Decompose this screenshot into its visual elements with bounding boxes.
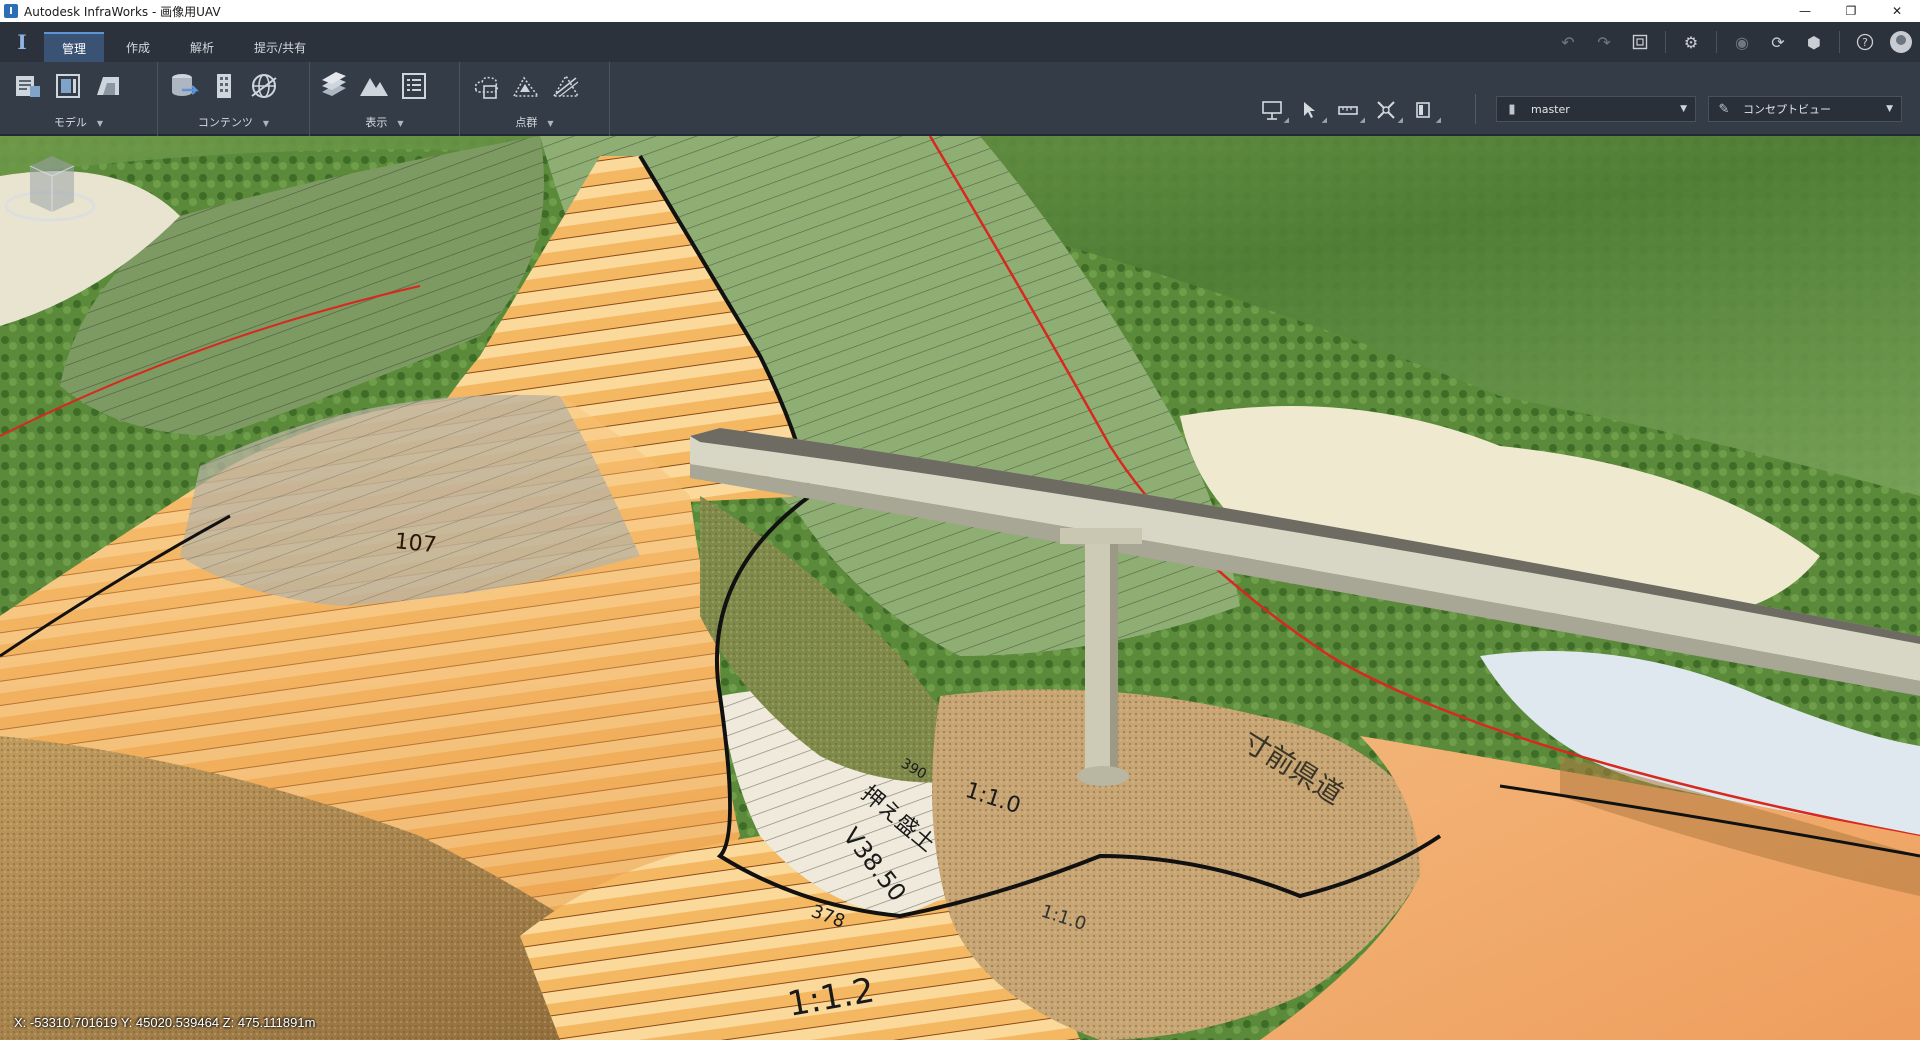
data-sources-icon[interactable]	[168, 70, 200, 102]
view-style-icon: ✎	[1718, 101, 1730, 117]
minimize-button[interactable]: —	[1782, 0, 1828, 22]
terrain-icon[interactable]	[358, 70, 390, 102]
presentation-icon[interactable]: ◢	[1260, 98, 1289, 124]
ribbon-group-content: コンテンツ ▼	[158, 62, 310, 136]
svg-text:?: ?	[1862, 36, 1868, 49]
ribbon-group-model: モデル ▼	[0, 62, 158, 136]
chevron-down-icon: ▼	[1886, 104, 1893, 114]
settings-gear-icon[interactable]: ⚙	[1680, 31, 1702, 53]
chevron-down-icon[interactable]: ▼	[397, 119, 403, 128]
infraworks-logo-icon[interactable]: I	[0, 22, 44, 62]
title-bar: I Autodesk InfraWorks - 画像用UAV — ❐ ✕	[0, 0, 1920, 22]
ribbon-group-label-content[interactable]: コンテンツ	[198, 116, 253, 129]
terrain-scene: 1:1.0 1:1.2 378 390 107 押え盛土 V38.50 1:1.…	[0, 136, 1920, 1040]
measure-icon[interactable]: ◢	[1336, 98, 1365, 124]
3d-viewport[interactable]: 1:1.0 1:1.2 378 390 107 押え盛土 V38.50 1:1.…	[0, 136, 1920, 1040]
model-surface-icon[interactable]	[92, 70, 124, 102]
point-cloud-terrain-icon[interactable]	[510, 70, 542, 102]
chevron-down-icon[interactable]: ▼	[263, 119, 269, 128]
infraworks-app-icon: I	[4, 4, 18, 18]
user-avatar-icon[interactable]	[1890, 31, 1912, 53]
undo-icon[interactable]: ↶	[1557, 31, 1579, 53]
tab-manage[interactable]: 管理	[44, 32, 105, 62]
ribbon-group-label-display[interactable]: 表示	[365, 116, 387, 129]
select-arrow-icon[interactable]: ◢	[1298, 98, 1327, 124]
chevron-down-icon: ▼	[1680, 104, 1687, 114]
map-label: 107	[393, 529, 437, 558]
ribbon-panel: モデル ▼ コンテンツ ▼ 表示 ▼ 点群 ▼ ◢ ◢ ◢ ◢ ◢ ▮ mast…	[0, 62, 1920, 136]
close-button[interactable]: ✕	[1874, 0, 1920, 22]
layers-icon[interactable]	[318, 70, 350, 102]
chevron-down-icon[interactable]: ▼	[547, 119, 553, 128]
view-mode-dropdown[interactable]: ✎ コンセプトビュー ▼	[1708, 96, 1902, 122]
header-toolbar: ↶ ↷ ⚙ ◉ ⟳ ⬢ ?	[1557, 22, 1912, 62]
tab-create[interactable]: 作成	[108, 32, 168, 62]
chevron-down-icon[interactable]: ▼	[97, 119, 103, 128]
header-separator	[1665, 31, 1666, 53]
restore-button[interactable]: ❐	[1828, 0, 1874, 22]
ribbon-group-display: 表示 ▼	[310, 62, 460, 136]
redo-icon[interactable]: ↷	[1593, 31, 1615, 53]
ribbon-group-label-model[interactable]: モデル	[54, 116, 87, 129]
panel-icon[interactable]: ◢	[1412, 98, 1441, 124]
toolbar-separator	[1475, 94, 1476, 124]
crossing-icon[interactable]: ◢	[1374, 98, 1403, 124]
proposal-icon: ▮	[1508, 101, 1516, 117]
ribbon-tab-row: I 管理 作成 解析 提示/共有 ↶ ↷ ⚙ ◉ ⟳ ⬢ ?	[0, 22, 1920, 62]
tab-present-share[interactable]: 提示/共有	[236, 32, 324, 62]
cursor-coordinates: X: -53310.701619 Y: 45020.539464 Z: 475.…	[14, 1015, 316, 1030]
proposal-value: master	[1531, 102, 1570, 116]
header-separator	[1839, 31, 1840, 53]
view-mode-value: コンセプトビュー	[1743, 103, 1831, 116]
point-cloud-pattern-icon[interactable]	[550, 70, 582, 102]
window-title: Autodesk InfraWorks - 画像用UAV	[24, 4, 221, 19]
ribbon-group-label-point-cloud[interactable]: 点群	[515, 116, 537, 129]
building-icon[interactable]	[208, 70, 240, 102]
tab-analyze[interactable]: 解析	[172, 32, 232, 62]
fit-view-icon[interactable]	[1629, 31, 1651, 53]
network-globe-icon[interactable]	[248, 70, 280, 102]
globe-icon[interactable]: ◉	[1731, 31, 1753, 53]
header-separator	[1716, 31, 1717, 53]
viewcube-icon[interactable]	[0, 136, 100, 236]
cloud-3d-icon[interactable]: ⬢	[1803, 31, 1825, 53]
ribbon-group-point-cloud: 点群 ▼	[460, 62, 610, 136]
point-cloud-icon[interactable]	[470, 70, 502, 102]
proposal-dropdown[interactable]: ▮ master ▼	[1496, 96, 1696, 122]
window-controls: — ❐ ✕	[1782, 0, 1920, 22]
sync-icon[interactable]: ⟳	[1767, 31, 1789, 53]
model-layout-icon[interactable]	[52, 70, 84, 102]
list-icon[interactable]	[398, 70, 430, 102]
view-tools: ◢ ◢ ◢ ◢ ◢	[1260, 98, 1441, 124]
model-properties-icon[interactable]	[12, 70, 44, 102]
help-icon[interactable]: ?	[1854, 31, 1876, 53]
